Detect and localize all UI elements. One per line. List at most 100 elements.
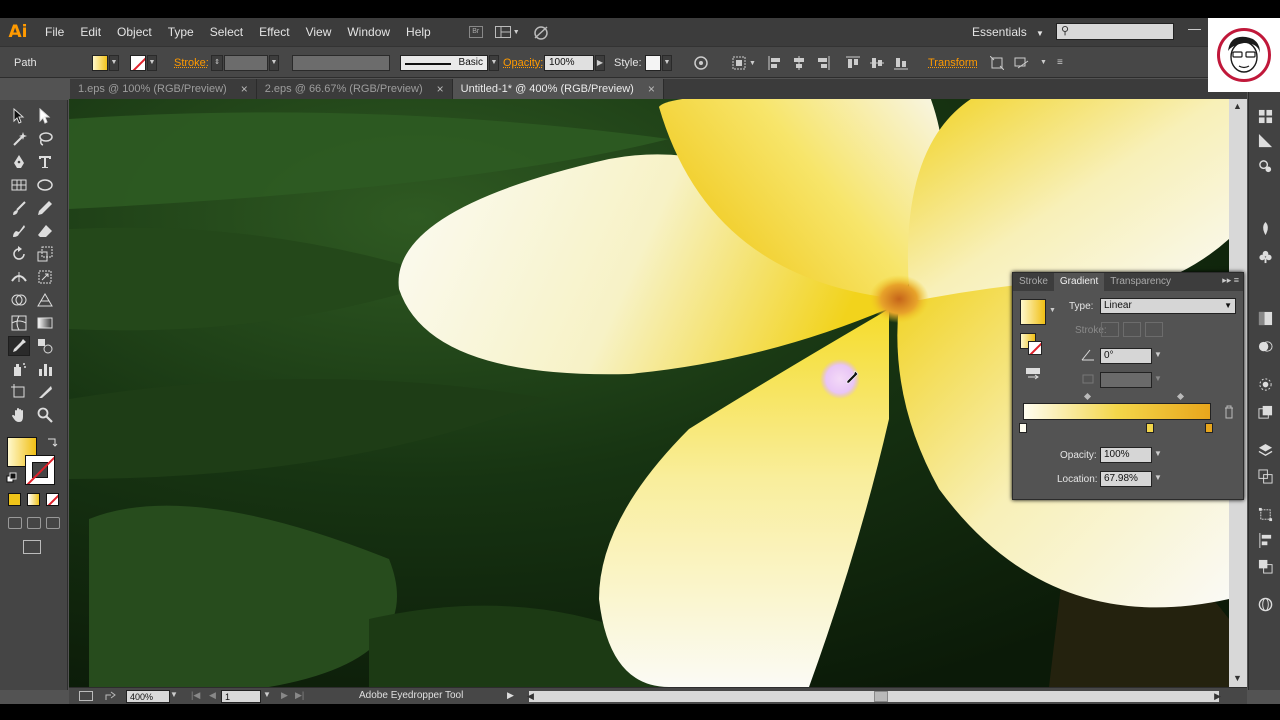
- layers-button[interactable]: [1257, 442, 1273, 458]
- lasso-tool[interactable]: [34, 129, 56, 149]
- chevron-down-icon[interactable]: ▼: [109, 55, 119, 71]
- angle-field[interactable]: 0°: [1100, 348, 1152, 364]
- tab-gradient[interactable]: Gradient: [1053, 273, 1105, 291]
- symbols-button[interactable]: [1257, 248, 1273, 264]
- magic-wand-tool[interactable]: [8, 129, 30, 149]
- opacity-field[interactable]: 100%: [544, 55, 594, 71]
- graphic-styles-button[interactable]: [1257, 404, 1273, 420]
- menu-window[interactable]: Window: [339, 18, 398, 46]
- draw-behind-button[interactable]: [27, 517, 41, 529]
- midpoint-diamond[interactable]: [1176, 392, 1185, 401]
- shape-builder-tool[interactable]: [8, 290, 30, 310]
- column-graph-tool[interactable]: [34, 359, 56, 379]
- tab-document-1[interactable]: 1.eps @ 100% (RGB/Preview) ×: [70, 79, 257, 99]
- chevron-down-icon[interactable]: ▼: [1049, 307, 1056, 314]
- selection-tool[interactable]: [8, 106, 30, 126]
- scroll-left-icon[interactable]: ◀: [527, 691, 534, 702]
- chevron-down-icon[interactable]: ▼: [1154, 374, 1162, 383]
- slice-tool[interactable]: [34, 382, 56, 402]
- gradient-slider[interactable]: [1023, 403, 1211, 420]
- free-transform-tool[interactable]: [34, 267, 56, 287]
- none-mode-button[interactable]: [46, 493, 59, 506]
- grid-tool[interactable]: [8, 175, 30, 195]
- align-left-icon[interactable]: [768, 56, 782, 70]
- blob-brush-tool[interactable]: [8, 221, 30, 241]
- gradient-panel-button[interactable]: [1257, 310, 1273, 326]
- screen-mode-button[interactable]: [23, 540, 41, 554]
- fill-swatch[interactable]: [92, 55, 108, 71]
- ellipse-tool[interactable]: [34, 175, 56, 195]
- color-panel-button[interactable]: [1257, 108, 1273, 124]
- tab-transparency[interactable]: Transparency: [1104, 273, 1177, 291]
- artboard-tool[interactable]: [8, 382, 30, 402]
- swap-fill-stroke-icon[interactable]: [46, 436, 58, 448]
- chevron-down-icon[interactable]: ▼: [263, 690, 271, 699]
- blend-tool[interactable]: [34, 336, 56, 356]
- pathfinder-button[interactable]: [1257, 558, 1273, 574]
- zoom-level-field[interactable]: 400%: [126, 690, 170, 703]
- close-icon[interactable]: ×: [241, 79, 248, 99]
- close-icon[interactable]: ×: [648, 79, 655, 99]
- align-bottom-icon[interactable]: [894, 56, 908, 70]
- rotate-tool[interactable]: [8, 244, 30, 264]
- gradient-stop[interactable]: [1019, 423, 1027, 433]
- stroke-weight-stepper[interactable]: ⇕: [211, 55, 223, 71]
- reverse-gradient-icon[interactable]: [1025, 367, 1041, 383]
- default-fill-stroke-icon[interactable]: [6, 472, 18, 484]
- artboard-number-field[interactable]: 1: [221, 690, 261, 703]
- transparency-button[interactable]: [1257, 338, 1273, 354]
- tab-document-2[interactable]: 2.eps @ 66.67% (RGB/Preview) ×: [257, 79, 453, 99]
- align-to-icon[interactable]: [732, 56, 746, 70]
- scroll-up-icon[interactable]: ▲: [1233, 101, 1242, 111]
- zoom-tool[interactable]: [34, 405, 56, 425]
- align-middle-icon[interactable]: [870, 56, 884, 70]
- control-bar-menu-icon[interactable]: ≡: [1057, 56, 1063, 70]
- last-artboard-icon[interactable]: ▶|: [295, 690, 304, 701]
- share-icon[interactable]: [105, 691, 117, 701]
- gradient-stop[interactable]: [1146, 423, 1154, 433]
- chevron-down-icon[interactable]: ▼: [1154, 449, 1162, 458]
- symbol-sprayer-tool[interactable]: [8, 359, 30, 379]
- help-search-input[interactable]: ⚲: [1056, 23, 1174, 40]
- stroke-weight-field[interactable]: [224, 55, 268, 71]
- scroll-down-icon[interactable]: ▼: [1233, 673, 1242, 683]
- navigator-button[interactable]: [1257, 596, 1273, 612]
- stroke-swatch[interactable]: [130, 55, 146, 71]
- arrange-documents-button[interactable]: ▼: [494, 26, 520, 38]
- transform-link[interactable]: Transform: [928, 57, 978, 69]
- tab-document-untitled[interactable]: Untitled-1* @ 400% (RGB/Preview) ×: [452, 79, 664, 99]
- minimize-button[interactable]: —: [1188, 21, 1201, 36]
- stroke-link[interactable]: Stroke:: [174, 57, 209, 69]
- chevron-down-icon[interactable]: ▼: [1154, 473, 1162, 482]
- chevron-down-icon[interactable]: ▼: [147, 55, 157, 71]
- gradient-preview-swatch[interactable]: [1020, 299, 1046, 325]
- stroke-along-button[interactable]: [1123, 322, 1141, 337]
- isolate-object-icon[interactable]: [990, 56, 1004, 70]
- brushes-button[interactable]: [1257, 220, 1273, 236]
- bridge-icon[interactable]: Br: [468, 26, 483, 38]
- chevron-down-icon[interactable]: ▼: [170, 690, 178, 699]
- scroll-right-icon[interactable]: ▶: [1214, 691, 1221, 702]
- gradient-tool[interactable]: [34, 313, 56, 333]
- menu-type[interactable]: Type: [160, 18, 202, 46]
- previous-artboard-icon[interactable]: ◀: [209, 690, 216, 701]
- menu-file[interactable]: File: [37, 18, 72, 46]
- chevron-down-icon[interactable]: ▼: [269, 55, 279, 71]
- color-mode-button[interactable]: [8, 493, 21, 506]
- hand-tool[interactable]: [8, 405, 30, 425]
- eraser-tool[interactable]: [34, 221, 56, 241]
- chevron-down-icon[interactable]: ▼: [489, 55, 499, 71]
- horizontal-scrollbar[interactable]: ◀ ▶: [527, 691, 1221, 702]
- chevron-right-icon[interactable]: ▶: [595, 55, 605, 71]
- swatches-button[interactable]: [1257, 158, 1273, 174]
- eyedropper-tool[interactable]: [8, 336, 30, 356]
- trash-icon[interactable]: [1223, 405, 1235, 419]
- tab-stroke[interactable]: Stroke: [1013, 273, 1054, 291]
- pencil-tool[interactable]: [34, 198, 56, 218]
- menu-select[interactable]: Select: [202, 18, 251, 46]
- stroke-color-box[interactable]: [25, 455, 55, 485]
- opacity-link[interactable]: Opacity:: [503, 57, 543, 69]
- brush-definition-field[interactable]: Basic: [400, 55, 488, 71]
- pen-tool[interactable]: [8, 152, 30, 172]
- stop-location-field[interactable]: 67.98%: [1100, 471, 1152, 487]
